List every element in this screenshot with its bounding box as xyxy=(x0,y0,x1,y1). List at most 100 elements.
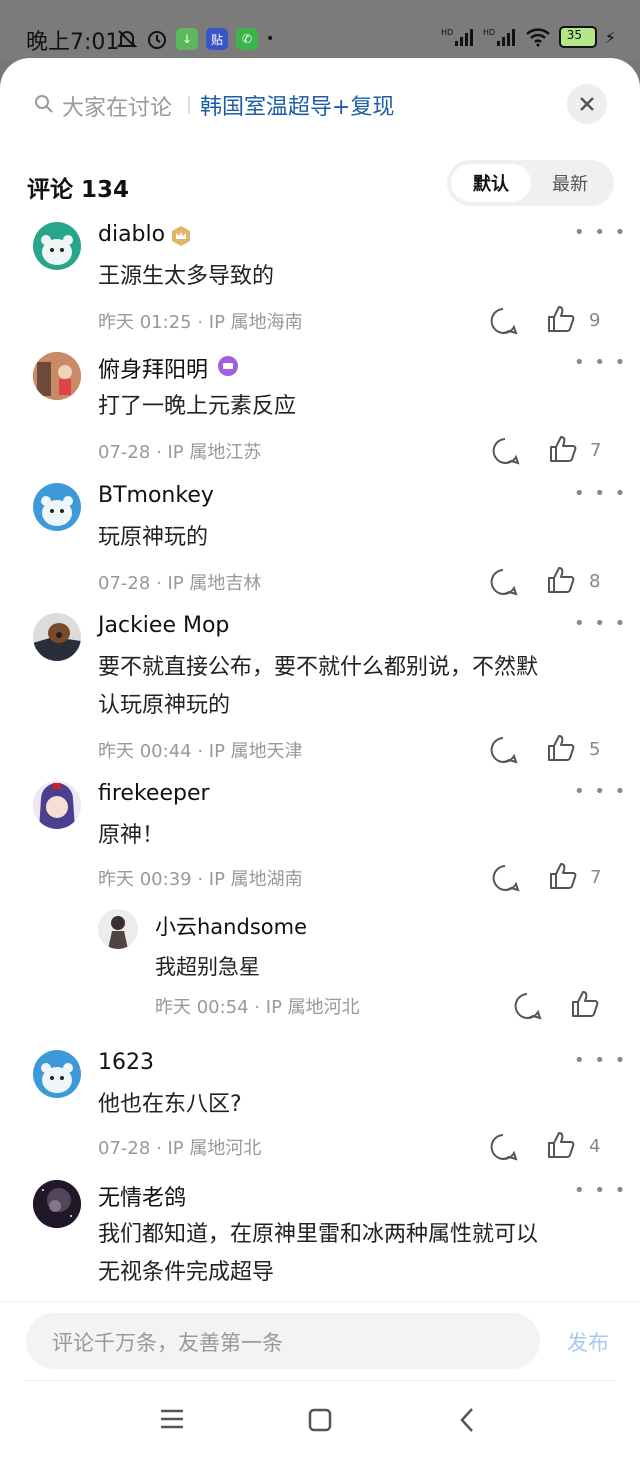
like-icon[interactable] xyxy=(546,565,576,595)
comment-sheet: 大家在讨论 韩国室温超导+复现 评论 134 默认 最新 diablo • • … xyxy=(0,58,640,1457)
username[interactable]: 无情老鸽 xyxy=(98,1180,186,1212)
like-count: 7 xyxy=(590,867,602,888)
username[interactable]: 俯身拜阳明 xyxy=(98,352,208,384)
avatar[interactable] xyxy=(33,222,81,270)
anime-avatar-icon xyxy=(33,352,81,400)
wifi-icon xyxy=(525,28,550,47)
topic-link[interactable]: 韩国室温超导+复现 xyxy=(200,89,394,121)
more-options-button[interactable]: • • • xyxy=(574,1050,627,1071)
charging-icon: ⚡ xyxy=(604,27,616,47)
comment-meta: 07-28 · IP 属地吉林 xyxy=(98,573,262,594)
more-options-button[interactable]: • • • xyxy=(574,613,627,634)
sort-default-tab[interactable]: 默认 xyxy=(451,164,531,202)
like-icon[interactable] xyxy=(570,989,600,1019)
menu-icon[interactable] xyxy=(160,1408,184,1430)
more-options-button[interactable]: • • • xyxy=(574,222,627,243)
topic-search-bar[interactable]: 大家在讨论 韩国室温超导+复现 xyxy=(0,82,640,130)
hd-signal-icon: HD xyxy=(483,28,515,46)
comment-meta: 07-28 · IP 属地江苏 xyxy=(98,442,262,463)
username[interactable]: Jackiee Mop xyxy=(98,613,229,638)
download-app-icon: ↓ xyxy=(176,28,198,50)
reply-icon[interactable] xyxy=(488,306,518,336)
like-count: 7 xyxy=(590,440,602,461)
username[interactable]: firekeeper xyxy=(98,781,210,806)
comment-input-bar: 评论千万条，友善第一条 发布 xyxy=(0,1301,640,1382)
bear-avatar-icon xyxy=(41,496,73,526)
sort-toggle: 默认 最新 xyxy=(447,160,614,206)
comment-meta: 昨天 00:54 · IP 属地河北 xyxy=(155,997,360,1018)
more-options-button[interactable]: • • • xyxy=(574,1180,627,1201)
comment-text-line: 无视条件完成超导 xyxy=(98,1260,275,1285)
reply-icon[interactable] xyxy=(512,991,542,1021)
like-icon[interactable] xyxy=(546,733,576,763)
username[interactable]: 小云handsome xyxy=(155,911,307,941)
level-badge-icon xyxy=(218,356,238,376)
crown-badge-icon xyxy=(172,226,190,246)
comment-meta: 昨天 00:39 · IP 属地湖南 xyxy=(98,869,303,890)
battery-level: 35 xyxy=(566,28,583,42)
like-count: 9 xyxy=(589,310,601,331)
comment-text: 他也在东八区? xyxy=(98,1092,242,1117)
svg-text:HD: HD xyxy=(483,28,495,37)
status-time: 晚上7:01 xyxy=(26,30,120,55)
battery-icon: 35 xyxy=(558,26,597,48)
home-icon[interactable] xyxy=(308,1408,332,1432)
avatar[interactable] xyxy=(33,483,81,531)
search-hint: 大家在讨论 xyxy=(62,96,173,121)
publish-button[interactable]: 发布 xyxy=(567,1327,609,1357)
system-nav-bar xyxy=(0,1380,640,1457)
anime-girl-avatar-icon xyxy=(33,781,81,829)
comment-input[interactable]: 评论千万条，友善第一条 xyxy=(26,1313,540,1369)
dog-avatar-icon xyxy=(33,613,81,661)
sort-latest-tab[interactable]: 最新 xyxy=(530,164,610,202)
status-bar: 晚上7:01 ↓ 贴 ✆ • HD HD 35 ⚡ xyxy=(0,0,640,60)
more-options-button[interactable]: • • • xyxy=(574,483,627,504)
comment-meta: 昨天 01:25 · IP 属地海南 xyxy=(98,312,303,333)
username[interactable]: 1623 xyxy=(98,1050,154,1075)
like-icon[interactable] xyxy=(546,1130,576,1160)
dot-icon: • xyxy=(266,31,275,47)
comment-text-line: 我们都知道，在原神里雷和冰两种属性就可以 xyxy=(98,1222,539,1247)
comment-count: 评论 134 xyxy=(27,177,130,203)
avatar[interactable] xyxy=(33,1050,81,1098)
username[interactable]: BTmonkey xyxy=(98,483,214,508)
back-icon[interactable] xyxy=(458,1407,476,1433)
like-icon[interactable] xyxy=(546,304,576,334)
close-icon xyxy=(580,97,594,111)
comment-text: 我超别急星 xyxy=(155,955,260,979)
like-count: 5 xyxy=(589,739,601,760)
avatar[interactable] xyxy=(33,613,81,661)
avatar[interactable] xyxy=(33,781,81,829)
avatar[interactable] xyxy=(98,909,138,949)
mute-icon xyxy=(116,30,138,48)
status-right-icons: HD HD 35 ⚡ xyxy=(441,26,616,48)
status-left-icons: ↓ 贴 ✆ • xyxy=(116,28,274,50)
username[interactable]: diablo xyxy=(98,222,165,247)
close-button[interactable] xyxy=(567,84,607,124)
reply-icon[interactable] xyxy=(488,735,518,765)
comment-meta: 昨天 00:44 · IP 属地天津 xyxy=(98,741,303,762)
search-icon xyxy=(35,95,53,113)
reply-icon[interactable] xyxy=(490,436,520,466)
like-icon[interactable] xyxy=(548,861,578,891)
tieba-app-icon: 贴 xyxy=(206,28,228,50)
like-icon[interactable] xyxy=(548,434,578,464)
more-options-button[interactable]: • • • xyxy=(574,352,627,373)
galaxy-avatar-icon xyxy=(33,1180,81,1228)
bear-avatar-icon xyxy=(41,235,73,265)
svg-text:HD: HD xyxy=(441,28,453,37)
comment-text-line: 认玩原神玩的 xyxy=(98,693,231,718)
reply-icon[interactable] xyxy=(488,1132,518,1162)
more-options-button[interactable]: • • • xyxy=(574,781,627,802)
reply-item: 小云handsome 我超别急星 昨天 00:54 · IP 属地河北 xyxy=(0,907,640,1020)
reply-icon[interactable] xyxy=(488,567,518,597)
hd-signal-icon: HD xyxy=(441,28,473,46)
reply-icon[interactable] xyxy=(490,863,520,893)
avatar[interactable] xyxy=(33,1180,81,1228)
comment-text-line: 要不就直接公布，要不就什么都别说，不然默 xyxy=(98,655,539,680)
alarm-icon xyxy=(148,31,166,49)
like-count: 8 xyxy=(589,571,601,592)
comment-input-placeholder: 评论千万条，友善第一条 xyxy=(52,1331,283,1355)
avatar[interactable] xyxy=(33,352,81,400)
comment-text: 王源生太多导致的 xyxy=(98,264,275,289)
